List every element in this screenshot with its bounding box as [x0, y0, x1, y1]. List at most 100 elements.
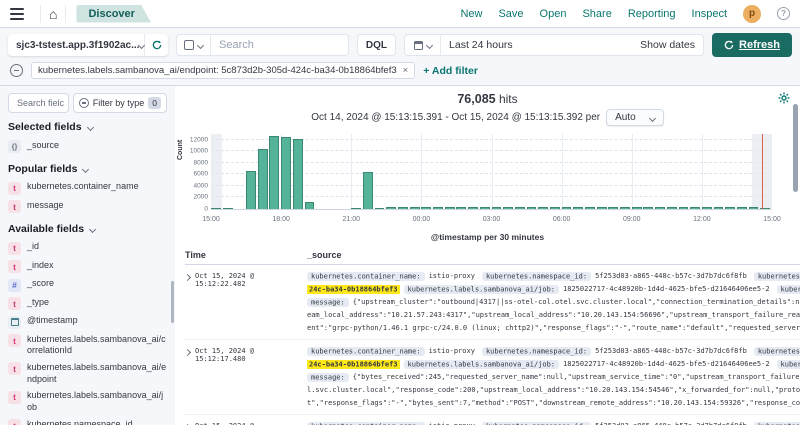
histogram-bar[interactable]	[632, 207, 642, 209]
remove-filter-icon[interactable]: ×	[403, 65, 409, 76]
add-filter-button[interactable]: + Add filter	[423, 65, 478, 77]
nav-share[interactable]: Share	[582, 8, 611, 20]
histogram-bar[interactable]	[608, 207, 618, 209]
field-item[interactable]: #_score	[8, 276, 167, 295]
help-icon[interactable]: ?	[777, 7, 790, 20]
histogram-bar[interactable]	[492, 207, 502, 209]
histogram-bar[interactable]	[421, 207, 431, 209]
menu-icon[interactable]	[10, 8, 24, 20]
source-line: eam_local_address":"10.21.57.243:4317","…	[307, 309, 800, 322]
histogram-chart[interactable]: Count 020004000600080001000012000 15:001…	[175, 132, 800, 228]
histogram-bar[interactable]	[375, 208, 385, 209]
histogram-bar[interactable]	[714, 207, 724, 209]
histogram-bar[interactable]	[433, 207, 443, 209]
field-item[interactable]: {}_source	[8, 137, 167, 156]
show-dates-button[interactable]: Show dates	[640, 39, 703, 51]
histogram-bar[interactable]	[515, 207, 525, 209]
field-item[interactable]: tkubernetes.namespace_id	[8, 416, 167, 425]
histogram-bar[interactable]	[246, 171, 256, 209]
histogram-bar[interactable]	[562, 207, 572, 209]
chevron-down-icon	[86, 124, 93, 131]
change-index-pattern-icon[interactable]	[144, 34, 168, 56]
field-value: istio-proxy	[429, 347, 475, 355]
expand-row-icon[interactable]	[184, 274, 191, 281]
histogram-bar[interactable]	[445, 207, 455, 209]
histogram-bar[interactable]	[749, 207, 759, 209]
page-scrollbar[interactable]	[793, 104, 798, 192]
section-title[interactable]: Popular fields	[8, 163, 167, 175]
column-header-time[interactable]: Time	[185, 250, 307, 260]
histogram-bar[interactable]	[281, 137, 291, 209]
nav-new[interactable]: New	[460, 8, 482, 20]
field-item[interactable]: t_type	[8, 294, 167, 313]
calendar-icon[interactable]	[405, 35, 441, 55]
histogram-bar[interactable]	[293, 139, 303, 209]
histogram-bar[interactable]	[386, 207, 396, 209]
histogram-bar[interactable]	[456, 207, 466, 209]
home-icon[interactable]: ⌂	[40, 5, 66, 23]
histogram-bar[interactable]	[398, 207, 408, 209]
histogram-bar[interactable]	[258, 149, 268, 209]
histogram-bar[interactable]	[585, 207, 595, 209]
histogram-bar[interactable]	[223, 208, 233, 209]
histogram-bar[interactable]	[363, 172, 373, 209]
avatar[interactable]: p	[743, 5, 761, 23]
field-item[interactable]: tkubernetes.labels.sambanova_ai/correlat…	[8, 331, 167, 359]
filter-options-icon[interactable]	[10, 64, 23, 77]
index-pattern-select[interactable]: sjc3-tstest.app.3f1902ac...	[8, 34, 168, 56]
histogram-bar[interactable]	[480, 207, 490, 209]
source-line: kubernetes.container_name:istio-proxykub…	[307, 345, 800, 358]
field-item[interactable]: tkubernetes.labels.sambanova_ai/endpoint	[8, 359, 167, 387]
histogram-bar[interactable]	[643, 207, 653, 209]
date-picker[interactable]: Last 24 hours Show dates	[404, 34, 704, 56]
section-title[interactable]: Selected fields	[8, 121, 167, 133]
breadcrumb[interactable]: Discover	[76, 5, 150, 23]
histogram-bar[interactable]	[690, 207, 700, 209]
histogram-bar[interactable]	[702, 207, 712, 209]
field-item[interactable]: tkubernetes.labels.sambanova_ai/job	[8, 388, 167, 416]
histogram-bar[interactable]	[737, 207, 747, 209]
histogram-bar[interactable]	[550, 207, 560, 209]
search-input[interactable]: Search	[176, 34, 349, 56]
column-header-source[interactable]: _source	[307, 250, 342, 260]
histogram-bar[interactable]	[679, 207, 689, 209]
interval-select[interactable]: Auto	[606, 109, 664, 126]
time-range-label[interactable]: Last 24 hours	[441, 39, 640, 51]
field-item[interactable]: @timestamp	[8, 313, 167, 332]
chart-plot-area[interactable]: 020004000600080001000012000	[211, 134, 772, 210]
histogram-bar[interactable]	[538, 207, 548, 209]
histogram-bar[interactable]	[655, 207, 665, 209]
histogram-bar[interactable]	[269, 136, 279, 209]
histogram-bar[interactable]	[597, 207, 607, 209]
expand-row-icon[interactable]	[184, 349, 191, 356]
histogram-bar[interactable]	[573, 207, 583, 209]
histogram-bar[interactable]	[410, 207, 420, 209]
histogram-bar[interactable]	[211, 208, 221, 209]
filter-by-type-button[interactable]: Filter by type 0	[73, 93, 167, 113]
histogram-bar[interactable]	[468, 207, 478, 209]
nav-save[interactable]: Save	[498, 8, 523, 20]
string-field-icon: t	[8, 242, 21, 255]
histogram-bar[interactable]	[725, 207, 735, 209]
histogram-bar[interactable]	[351, 208, 361, 209]
chart-options-gear-icon[interactable]	[778, 92, 790, 104]
histogram-bar[interactable]	[527, 207, 537, 209]
nav-reporting[interactable]: Reporting	[628, 8, 676, 20]
saved-query-icon[interactable]	[177, 35, 211, 55]
histogram-bar[interactable]	[620, 207, 630, 209]
refresh-button[interactable]: Refresh	[712, 33, 792, 57]
section-title[interactable]: Available fields	[8, 223, 167, 235]
nav-open[interactable]: Open	[540, 8, 567, 20]
field-item[interactable]: tmessage	[8, 197, 167, 216]
nav-inspect[interactable]: Inspect	[692, 8, 727, 20]
query-language-button[interactable]: DQL	[357, 34, 396, 56]
filter-pill[interactable]: kubernetes.labels.sambanova_ai/endpoint:…	[31, 62, 415, 79]
field-item[interactable]: t_index	[8, 257, 167, 276]
histogram-bar[interactable]	[503, 207, 513, 209]
field-item[interactable]: t_id	[8, 239, 167, 258]
histogram-bar[interactable]	[305, 202, 315, 209]
sidebar-scrollbar[interactable]	[171, 281, 174, 323]
histogram-bar[interactable]	[667, 207, 677, 209]
field-item[interactable]: tkubernetes.container_name	[8, 179, 167, 198]
field-search-input[interactable]: Search fielc	[8, 93, 69, 113]
